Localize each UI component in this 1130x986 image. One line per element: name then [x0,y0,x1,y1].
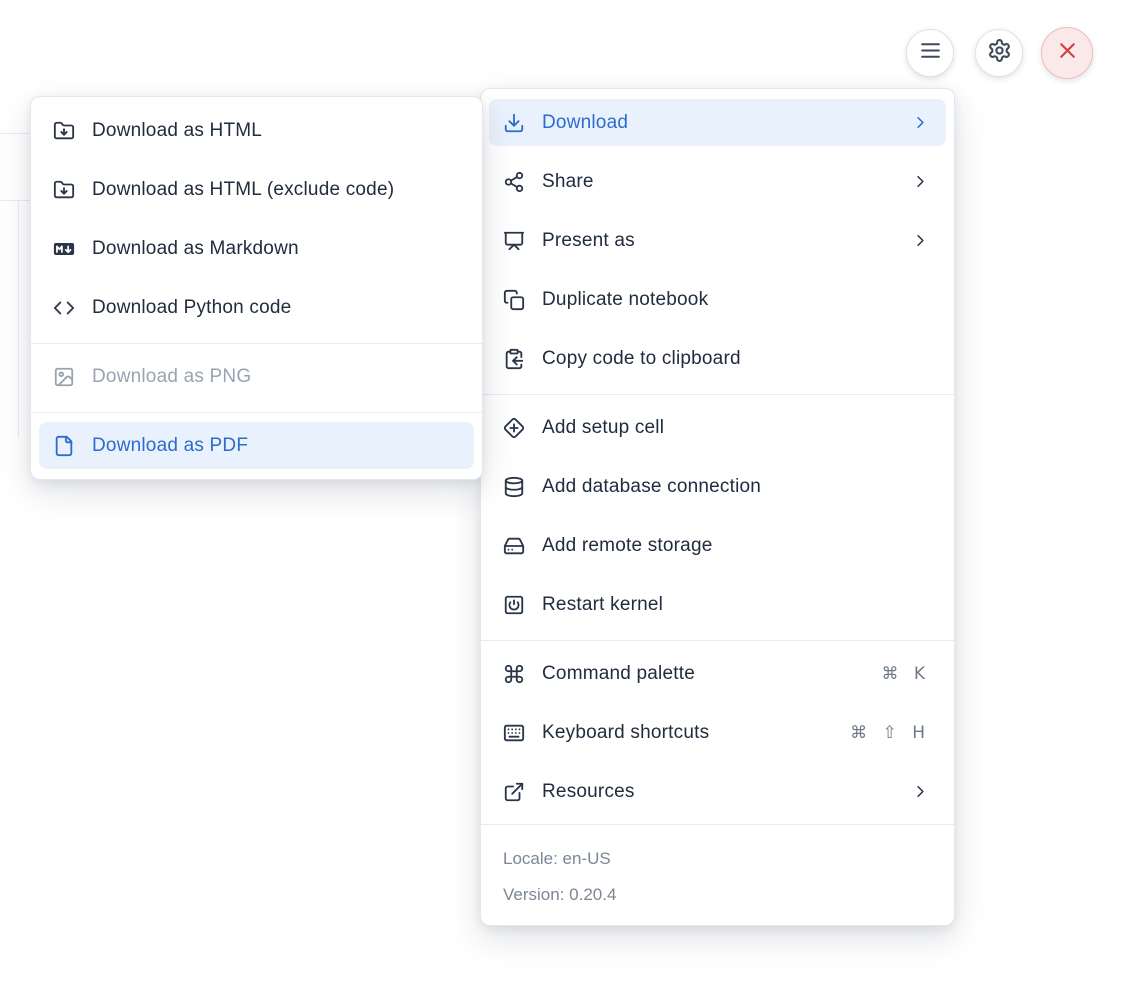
menu-item-label: Add setup cell [542,416,665,438]
hard-drive-icon [503,535,525,557]
menu-divider [481,640,954,641]
chevron-right-icon [911,782,930,801]
menu-item-label: Download as HTML (exclude code) [92,178,395,200]
menu-divider [481,824,954,825]
submenu-item-download-as-html-exclude-code[interactable]: Download as HTML (exclude code) [39,166,474,213]
copy-icon [503,289,525,311]
background-row-divider [0,200,31,201]
notebook-actions-button[interactable] [906,29,954,77]
download-icon [503,112,525,134]
menu-item-add-database-connection[interactable]: Add database connection [489,463,946,510]
menu-item-label: Duplicate notebook [542,288,709,310]
settings-button[interactable] [975,29,1023,77]
menu-item-add-setup-cell[interactable]: Add setup cell [489,404,946,451]
menu-divider [31,412,482,413]
menu-item-label: Add remote storage [542,534,713,556]
menu-item-label: Download as Markdown [92,237,299,259]
menu-item-keyboard-shortcuts[interactable]: Keyboard shortcuts ⌘ ⇧ H [489,709,946,756]
submenu-item-download-as-markdown[interactable]: Download as Markdown [39,225,474,272]
notebook-menu: Download Share Present as Duplicate noteboo… [480,88,955,926]
folder-down-icon [53,120,75,142]
locale-text: Locale: en-US [503,849,611,868]
command-icon [503,663,525,685]
gear-icon [987,38,1012,68]
menu-item-label: Present as [542,229,635,251]
menu-item-label: Download [542,111,629,133]
submenu-item-download-python-code[interactable]: Download Python code [39,284,474,331]
menu-item-add-remote-storage[interactable]: Add remote storage [489,522,946,569]
menu-item-label: Download as PDF [92,434,249,456]
notebook-menu-items: Download Share Present as Duplicate noteboo… [481,99,954,815]
submenu-item-download-as-html[interactable]: Download as HTML [39,107,474,154]
file-icon [53,435,75,457]
folder-down-icon [53,179,75,201]
menu-item-command-palette[interactable]: Command palette ⌘ K [489,650,946,697]
background-panel-border [18,200,19,438]
menu-item-label: Download as HTML [92,119,263,141]
menu-item-label: Download as PNG [92,365,252,387]
shortcut-hint: ⌘ K [881,663,930,684]
code-icon [53,297,75,319]
submenu-item-download-as-pdf[interactable]: Download as PDF [39,422,474,469]
menu-item-label: Keyboard shortcuts [542,721,710,743]
menu-item-resources[interactable]: Resources [489,768,946,815]
shortcut-hint: ⌘ ⇧ H [850,722,930,743]
x-icon [1055,38,1080,68]
chevron-right-icon [911,113,930,132]
menu-item-restart-kernel[interactable]: Restart kernel [489,581,946,628]
image-icon [53,366,75,388]
database-icon [503,476,525,498]
share-icon [503,171,525,193]
menu-item-download[interactable]: Download [489,99,946,146]
menu-item-label: Command palette [542,662,695,684]
download-submenu: Download as HTML Download as HTML (exclud… [30,96,483,480]
presentation-icon [503,230,525,252]
keyboard-icon [503,722,525,744]
menu-divider [481,394,954,395]
menu-item-label: Copy code to clipboard [542,347,741,369]
hamburger-icon [918,38,943,68]
menu-item-copy-code-to-clipboard[interactable]: Copy code to clipboard [489,335,946,382]
chevron-right-icon [911,231,930,250]
clipboard-copy-icon [503,348,525,370]
chevron-right-icon [911,172,930,191]
menu-item-label: Resources [542,780,635,802]
diamond-plus-icon [503,417,525,439]
background-row-divider [0,133,31,134]
version-text: Version: 0.20.4 [503,885,617,904]
menu-item-duplicate-notebook[interactable]: Duplicate notebook [489,276,946,323]
menu-item-label: Download Python code [92,296,292,318]
submenu-item-download-as-png: Download as PNG [39,353,474,400]
menu-item-share[interactable]: Share [489,158,946,205]
external-link-icon [503,781,525,803]
menu-divider [31,343,482,344]
square-power-icon [503,594,525,616]
menu-item-label: Restart kernel [542,593,664,615]
download-submenu-items: Download as HTML Download as HTML (exclud… [31,107,482,469]
menu-item-label: Share [542,170,594,192]
shutdown-button[interactable] [1041,27,1093,79]
markdown-badge-icon [53,238,75,260]
menu-footer: Locale: en-US Version: 0.20.4 [489,834,946,915]
menu-item-present-as[interactable]: Present as [489,217,946,264]
menu-item-label: Add database connection [542,475,762,497]
